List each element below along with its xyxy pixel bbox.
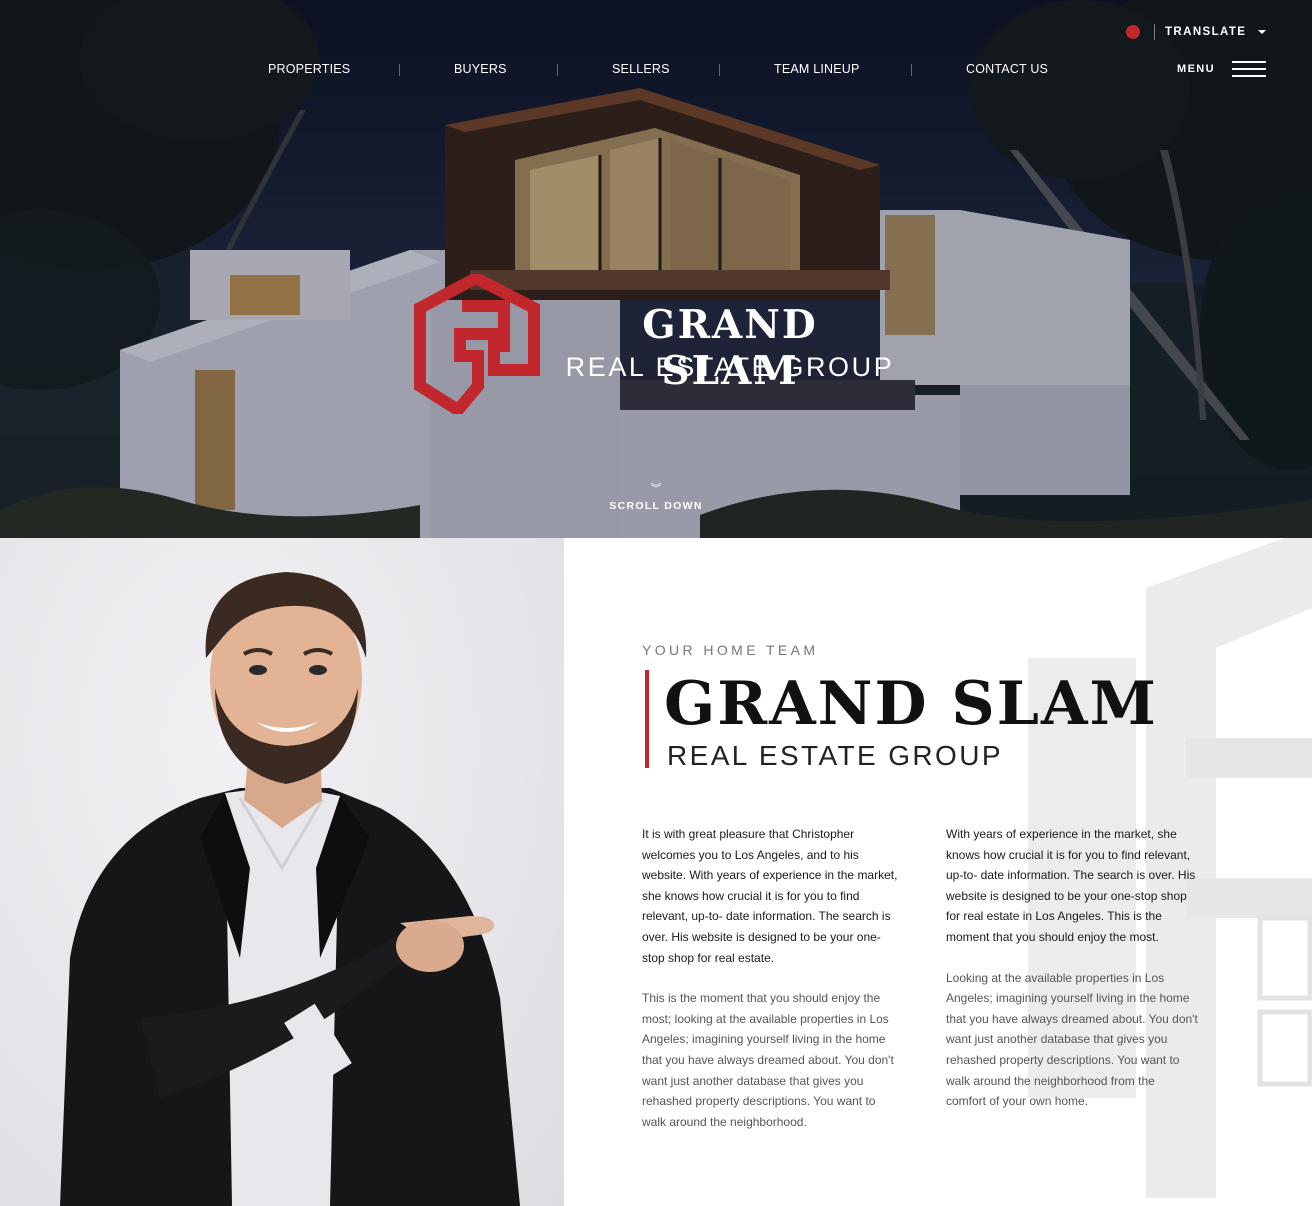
section-eyebrow: YOUR HOME TEAM (642, 642, 819, 658)
intro-paragraph: With years of experience in the market, … (946, 827, 1196, 944)
scroll-down-label: SCROLL DOWN (609, 500, 703, 512)
agent-photo-panel (0, 538, 564, 1206)
section-subtitle: REAL ESTATE GROUP (667, 740, 1003, 771)
menu-label: MENU (1177, 63, 1215, 75)
menu-button[interactable]: MENU (1177, 60, 1266, 78)
hamburger-icon (1232, 60, 1266, 78)
text-column-right: With years of experience in the market, … (946, 824, 1198, 1112)
hero-section: TRANSLATE PROPERTIES BUYERS SELLERS TEAM… (0, 0, 1312, 538)
nav-item-buyers[interactable]: BUYERS (454, 62, 507, 76)
logo-mark-icon (414, 274, 540, 414)
nav-divider (719, 64, 720, 76)
caret-down-icon (1258, 30, 1267, 34)
hero-brand: GRAND SLAM REAL ESTATE GROUP (412, 274, 912, 414)
nav-divider (399, 64, 400, 76)
scroll-down-link[interactable]: ︾ SCROLL DOWN (596, 483, 716, 513)
translate-label: TRANSLATE (1165, 26, 1247, 38)
nav-divider (911, 64, 912, 76)
nav-item-team-lineup[interactable]: TEAM LINEUP (774, 62, 860, 76)
intro-paragraph: It is with great pleasure that Christoph… (642, 827, 898, 965)
globe-icon (1126, 25, 1140, 39)
translate-dropdown[interactable]: TRANSLATE (1126, 24, 1267, 40)
section-title: GRAND SLAM (664, 669, 1158, 739)
nav-item-contact-us[interactable]: CONTACT US (966, 62, 1048, 76)
about-section: YOUR HOME TEAM GRAND SLAM REAL ESTATE GR… (564, 538, 1312, 1206)
nav-divider (557, 64, 558, 76)
agent-photo (60, 572, 520, 1206)
title-accent-bar (645, 670, 649, 768)
nav-item-sellers[interactable]: SELLERS (612, 62, 670, 76)
translate-divider (1154, 24, 1155, 40)
main-nav: PROPERTIES BUYERS SELLERS TEAM LINEUP CO… (0, 62, 1312, 80)
body-paragraph: This is the moment that you should enjoy… (642, 991, 894, 1129)
hero-house-illustration (0, 0, 1312, 538)
nav-item-properties[interactable]: PROPERTIES (268, 62, 350, 76)
chevron-double-down-icon: ︾ (650, 483, 662, 495)
body-paragraph: Looking at the available properties in L… (946, 970, 1198, 1109)
text-column-left: It is with great pleasure that Christoph… (642, 824, 900, 1132)
hero-brand-subtitle: REAL ESTATE GROUP (565, 352, 895, 382)
